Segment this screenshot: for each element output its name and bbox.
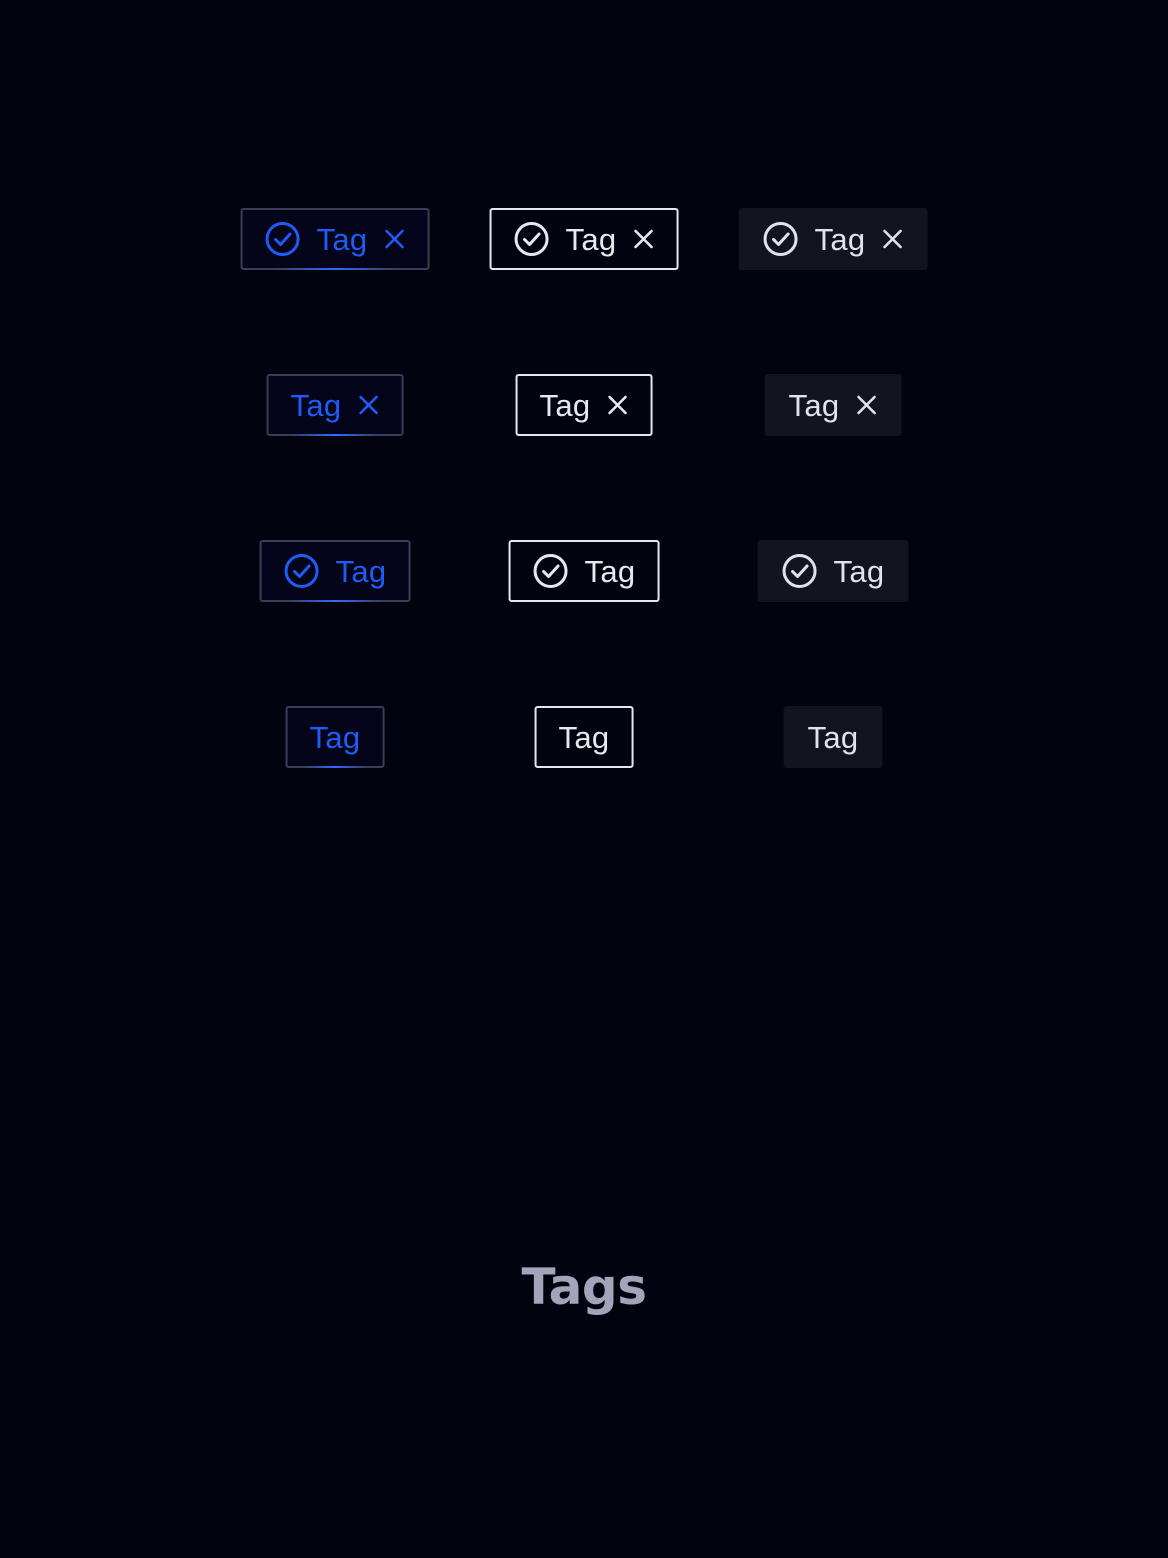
tag-primary-with-close[interactable]: Tag — [266, 374, 404, 436]
tag-label: Tag — [788, 387, 840, 423]
check-circle-icon — [763, 221, 799, 257]
tag-primary-with-icon[interactable]: Tag — [259, 540, 411, 602]
close-icon[interactable] — [881, 228, 903, 250]
tag-row-label-only: Tag Tag Tag — [0, 706, 1168, 768]
check-circle-icon — [782, 553, 818, 589]
tag-label: Tag — [290, 387, 342, 423]
tag-label: Tag — [584, 553, 636, 589]
tag-filled-with-close[interactable]: Tag — [764, 374, 902, 436]
check-circle-icon — [514, 221, 550, 257]
tag-primary[interactable]: Tag — [285, 706, 385, 768]
check-circle-icon — [284, 553, 320, 589]
close-icon[interactable] — [357, 394, 379, 416]
tag-label: Tag — [565, 221, 617, 257]
page-title: Tags — [521, 1258, 647, 1316]
tag-outline-with-icon-and-close[interactable]: Tag — [489, 208, 679, 270]
tag-filled-with-icon[interactable]: Tag — [757, 540, 909, 602]
tag-row-icon-label: Tag Tag Tag — [0, 540, 1168, 602]
close-icon[interactable] — [606, 394, 628, 416]
tag-outline-with-icon[interactable]: Tag — [508, 540, 660, 602]
tag-row-label-close: Tag Tag Tag — [0, 374, 1168, 436]
check-circle-icon — [265, 221, 301, 257]
tag-label: Tag — [814, 221, 866, 257]
tag-filled[interactable]: Tag — [783, 706, 883, 768]
tag-row-icon-label-close: Tag Tag Tag — [0, 208, 1168, 270]
tag-label: Tag — [335, 553, 387, 589]
tag-label: Tag — [316, 221, 368, 257]
tags-grid: Tag Tag Tag Tag Tag Tag Tag Tag Tag Tag … — [0, 0, 1168, 900]
close-icon[interactable] — [383, 228, 405, 250]
tag-label: Tag — [558, 719, 610, 755]
close-icon[interactable] — [855, 394, 877, 416]
tag-label: Tag — [833, 553, 885, 589]
tag-filled-with-icon-and-close[interactable]: Tag — [738, 208, 928, 270]
check-circle-icon — [533, 553, 569, 589]
tag-label: Tag — [309, 719, 361, 755]
tag-primary-with-icon-and-close[interactable]: Tag — [240, 208, 430, 270]
tag-outline[interactable]: Tag — [534, 706, 634, 768]
tag-outline-with-close[interactable]: Tag — [515, 374, 653, 436]
close-icon[interactable] — [632, 228, 654, 250]
tag-label: Tag — [539, 387, 591, 423]
tag-label: Tag — [807, 719, 859, 755]
